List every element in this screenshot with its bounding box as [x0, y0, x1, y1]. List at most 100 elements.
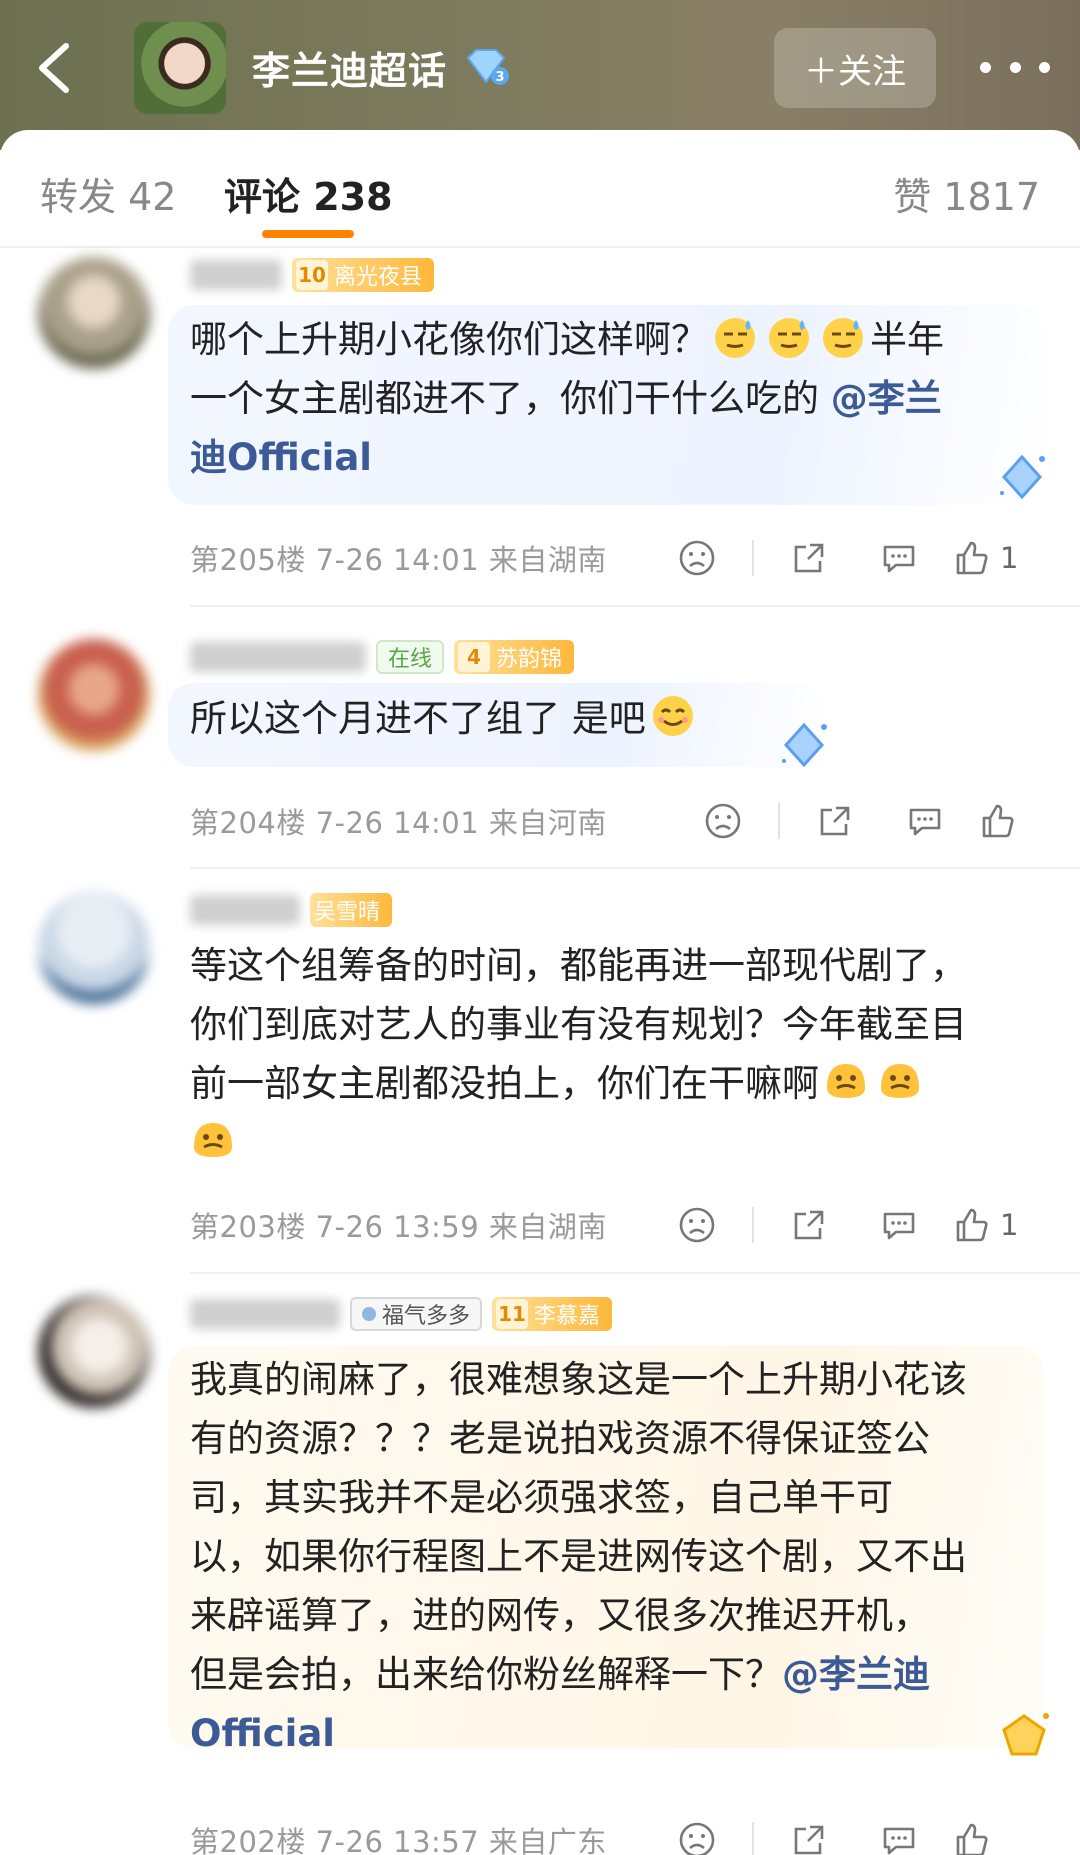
mention-link[interactable]: Official	[190, 1712, 335, 1755]
comment-header: 在线 4 苏韵锦	[190, 639, 575, 675]
reply-button[interactable]	[874, 1200, 924, 1250]
frown-icon	[679, 540, 715, 576]
share-button[interactable]	[784, 533, 834, 583]
reply-button[interactable]	[874, 533, 924, 583]
dislike-button[interactable]	[698, 796, 748, 846]
avatar[interactable]	[38, 639, 150, 751]
fan-title-badge[interactable]: 福气多多	[350, 1297, 483, 1331]
tab-like[interactable]: 赞 1817	[893, 166, 1040, 221]
comment-actions	[672, 1815, 1052, 1855]
comment-header: 10 离光夜县	[190, 257, 435, 293]
comment-meta: 第203楼 7-26 13:59 来自湖南	[190, 1204, 607, 1246]
fan-level-badge[interactable]: 4 苏韵锦	[454, 640, 575, 674]
like-button[interactable]	[978, 802, 1026, 840]
comment-text-part: 一个女主剧都进不了，你们干什么吃的	[190, 377, 831, 420]
badge-name: 离光夜县	[334, 265, 423, 290]
sweat-emoji-icon	[769, 318, 809, 358]
share-button[interactable]	[810, 796, 860, 846]
follow-button[interactable]: ＋关注	[774, 28, 936, 108]
mention-link[interactable]: 迪Official	[190, 436, 372, 479]
fan-title-dot	[362, 1307, 376, 1321]
comment-text-part: 司，其实我并不是必须强求签，自己单干可	[190, 1476, 893, 1519]
comment-header: 福气多多 11 李慕嘉	[190, 1296, 613, 1332]
username[interactable]	[190, 895, 300, 925]
comment-meta: 第202楼 7-26 13:57 来自广东	[190, 1819, 607, 1855]
like-button[interactable]: 1	[952, 539, 1018, 577]
action-divider	[752, 1822, 754, 1855]
frown-icon	[679, 1207, 715, 1243]
share-button[interactable]	[784, 1200, 834, 1250]
comment-text: 等这个组筹备的时间，都能再进一部现代剧了， 你们到底对艺人的事业有没有规划？今年…	[190, 936, 1030, 1172]
fan-level-badge[interactable]: 10 离光夜县	[292, 258, 435, 292]
comment-time: 7-26 13:57	[315, 1825, 480, 1855]
comment-divider	[190, 1272, 1080, 1274]
sweat-emoji-icon	[823, 318, 863, 358]
floor-number: 第205楼	[190, 543, 306, 577]
dislike-button[interactable]	[672, 1815, 722, 1855]
comment-time: 7-26 13:59	[315, 1210, 480, 1244]
like-button[interactable]: 1	[952, 1206, 1018, 1244]
action-divider	[778, 803, 780, 839]
comment-text-part: 有的资源？？？老是说拍戏资源不得保证签公	[190, 1417, 930, 1460]
thumbs-up-icon	[956, 1208, 988, 1242]
share-icon	[820, 806, 850, 836]
back-button[interactable]	[28, 38, 82, 98]
like-button[interactable]	[952, 1821, 1000, 1855]
diamond-sparkle-icon	[1000, 454, 1045, 500]
comment-text: 所以这个月进不了组了 是吧	[190, 689, 1030, 748]
reply-button[interactable]	[900, 796, 950, 846]
comment-text-part: 半年	[870, 318, 944, 361]
comment-text-part: 前一部女主剧都没拍上，你们在干嘛啊	[190, 1062, 819, 1105]
tab-comment[interactable]: 评论 238	[224, 166, 393, 221]
diamond-level-icon: 3	[466, 49, 509, 85]
fan-level-badge[interactable]: 吴雪晴	[310, 893, 393, 927]
username[interactable]	[190, 642, 366, 672]
floor-number: 第203楼	[190, 1210, 306, 1244]
back-arrow-icon	[39, 43, 69, 93]
username[interactable]	[190, 260, 282, 290]
fan-level-badge[interactable]: 11 李慕嘉	[492, 1297, 613, 1331]
comment-text-part: 来辟谣算了，进的网传，又很多次推迟开机，	[190, 1594, 930, 1637]
melting-face-emoji-icon	[827, 1064, 865, 1098]
comment-divider	[190, 605, 1080, 607]
frown-icon	[679, 1822, 715, 1855]
topic-title[interactable]: 李兰迪超话	[252, 40, 447, 95]
like-count: 1	[1000, 1208, 1019, 1242]
svg-text:3: 3	[495, 70, 504, 85]
comment-text-part: 哪个上升期小花像你们这样啊？	[190, 318, 708, 361]
reply-button[interactable]	[874, 1815, 924, 1855]
share-icon	[794, 1210, 824, 1240]
frown-icon	[705, 803, 741, 839]
avatar[interactable]	[38, 1296, 150, 1408]
dislike-button[interactable]	[672, 533, 722, 583]
comment-text: 我真的闹麻了，很难想象这是一个上升期小花该 有的资源？？？老是说拍戏资源不得保证…	[190, 1350, 1030, 1763]
share-icon	[794, 543, 824, 573]
comment-text-part: 我真的闹麻了，很难想象这是一个上升期小花该	[190, 1358, 967, 1401]
tab-repost[interactable]: 转发 42	[40, 166, 176, 221]
comment-icon	[883, 1827, 915, 1855]
comment-text-part: 等这个组筹备的时间，都能再进一部现代剧了，	[190, 944, 967, 987]
more-dots-icon[interactable]	[980, 52, 1050, 82]
comment-text-part: 以，如果你行程图上不是进网传这个剧，又不出	[190, 1535, 967, 1578]
tab-bar: 转发 42 评论 238 赞 1817	[0, 130, 1080, 248]
avatar[interactable]	[38, 892, 150, 1004]
avatar[interactable]	[38, 257, 150, 369]
username[interactable]	[190, 1299, 340, 1329]
comment-icon	[883, 545, 915, 573]
badge-name: 苏韵锦	[496, 647, 563, 672]
comment-divider	[190, 867, 1080, 869]
mention-link[interactable]: @李兰	[831, 377, 942, 420]
comment-location: 来自广东	[488, 1825, 607, 1855]
badge-level: 11	[496, 1299, 529, 1329]
share-button[interactable]	[784, 1815, 834, 1855]
comment-location: 来自湖南	[488, 1210, 607, 1244]
online-badge: 在线	[376, 640, 445, 674]
comment-location: 来自河南	[488, 806, 607, 840]
dislike-button[interactable]	[672, 1200, 722, 1250]
thumbs-up-icon	[982, 804, 1014, 838]
comment-icon	[909, 808, 941, 836]
comment-location: 来自湖南	[488, 543, 607, 577]
mention-link[interactable]: @李兰迪	[782, 1653, 930, 1696]
comment-meta: 第204楼 7-26 14:01 来自河南	[190, 800, 607, 842]
topic-avatar[interactable]	[134, 22, 226, 114]
